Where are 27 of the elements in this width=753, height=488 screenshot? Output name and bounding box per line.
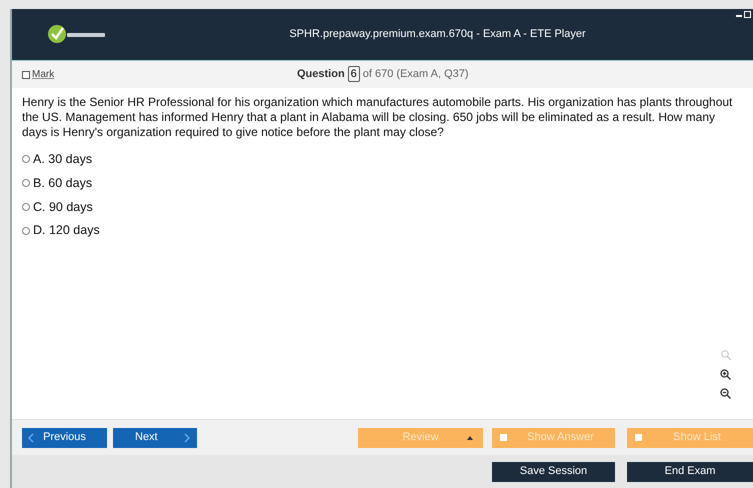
save-session-button[interactable]: Save Session <box>492 462 615 482</box>
option-label[interactable]: A. 30 days <box>33 150 92 169</box>
maximize-icon[interactable] <box>744 11 751 18</box>
radio-button[interactable] <box>22 202 30 211</box>
radio-button[interactable] <box>22 155 30 164</box>
checkbox[interactable] <box>635 434 642 441</box>
mark-checkbox[interactable] <box>22 70 30 78</box>
question-text: Henry is the Senior HR Professional for his organization which manufactures automobile parts. His organization has plants throughout the US. Management has informed Henry that a plant in Alabama will be closing. 650 jobs will be eliminated as a result. How many days is Henry's organization required to give notice before the plant may close? <box>22 95 734 140</box>
caret-up-icon <box>467 436 473 440</box>
radio-button[interactable] <box>22 179 30 188</box>
mark-label[interactable]: Mark <box>32 67 54 82</box>
option-label[interactable]: D. 120 days <box>33 221 100 240</box>
question-label: Question <box>297 67 345 82</box>
radio-button[interactable] <box>22 226 30 235</box>
option-label[interactable]: B. 60 days <box>33 174 92 192</box>
question-number-field[interactable]: 6 <box>348 66 360 82</box>
chevron-right-icon <box>184 432 190 442</box>
option-label[interactable]: C. 90 days <box>33 198 93 216</box>
previous-button[interactable]: Previous <box>22 428 107 448</box>
zoom-in-icon[interactable] <box>720 369 731 380</box>
zoom-out-icon[interactable] <box>720 388 731 399</box>
end-exam-button[interactable]: End Exam <box>627 462 753 482</box>
window-title: SPHR.prepaway.premium.exam.670q - Exam A - ETE Player <box>288 27 587 42</box>
checkbox[interactable] <box>500 434 507 441</box>
question-count: of 670 (Exam A, Q37) <box>362 67 469 82</box>
next-button[interactable]: Next <box>113 428 197 448</box>
chevron-left-icon <box>28 432 34 442</box>
